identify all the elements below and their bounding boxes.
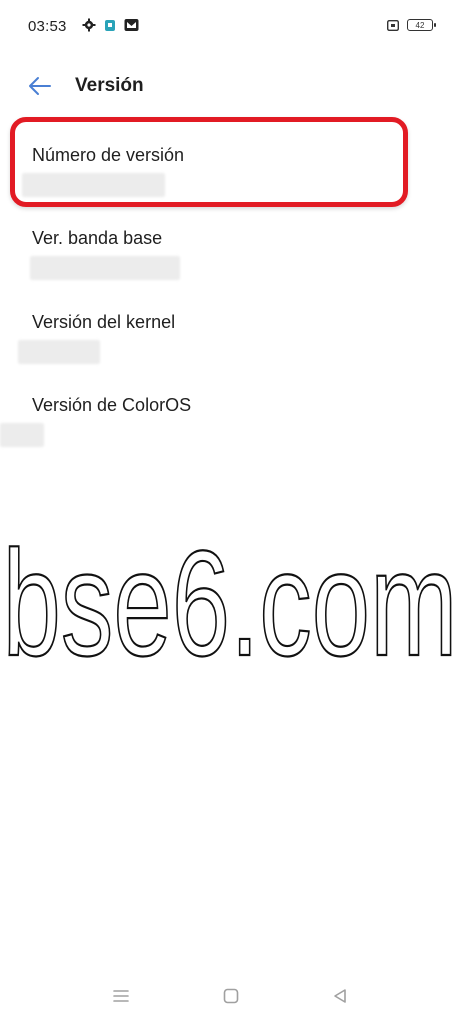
watermark: bse6.com bbox=[1, 518, 458, 675]
app-icon bbox=[105, 20, 115, 31]
gear-icon bbox=[82, 18, 96, 32]
back-icon bbox=[334, 989, 346, 1003]
watermark-text: bse6.com bbox=[3, 519, 458, 675]
list-item-baseband[interactable]: Ver. banda base bbox=[0, 228, 461, 310]
item-label: Versión del kernel bbox=[32, 312, 176, 332]
status-icons-left bbox=[82, 18, 139, 32]
battery-level: 42 bbox=[415, 21, 425, 30]
status-time: 03:53 bbox=[28, 18, 67, 35]
item-label: Versión de ColorOS bbox=[32, 395, 192, 415]
home-button[interactable] bbox=[219, 984, 243, 1008]
nav-back-button[interactable] bbox=[328, 984, 352, 1008]
screen-icon bbox=[387, 19, 399, 31]
back-button[interactable] bbox=[24, 70, 56, 102]
header: Versión bbox=[0, 66, 461, 106]
status-icons-right: 42 bbox=[387, 19, 436, 31]
back-arrow-icon bbox=[29, 77, 51, 95]
status-bar: 03:53 42 bbox=[0, 0, 461, 56]
list-item-kernel[interactable]: Versión del kernel bbox=[0, 312, 461, 394]
nav-bar bbox=[0, 968, 461, 1024]
menu-icon bbox=[113, 990, 129, 1002]
mail-icon bbox=[124, 19, 139, 31]
highlight-box bbox=[10, 117, 408, 207]
redacted-value bbox=[18, 340, 100, 364]
redacted-value bbox=[0, 423, 44, 447]
page-title: Versión bbox=[75, 75, 144, 96]
list-item-coloros[interactable]: Versión de ColorOS bbox=[0, 395, 461, 477]
item-label: Ver. banda base bbox=[32, 228, 163, 248]
recent-apps-button[interactable] bbox=[109, 984, 133, 1008]
redacted-value bbox=[30, 256, 180, 280]
home-icon bbox=[223, 988, 239, 1004]
battery-icon: 42 bbox=[407, 19, 436, 31]
